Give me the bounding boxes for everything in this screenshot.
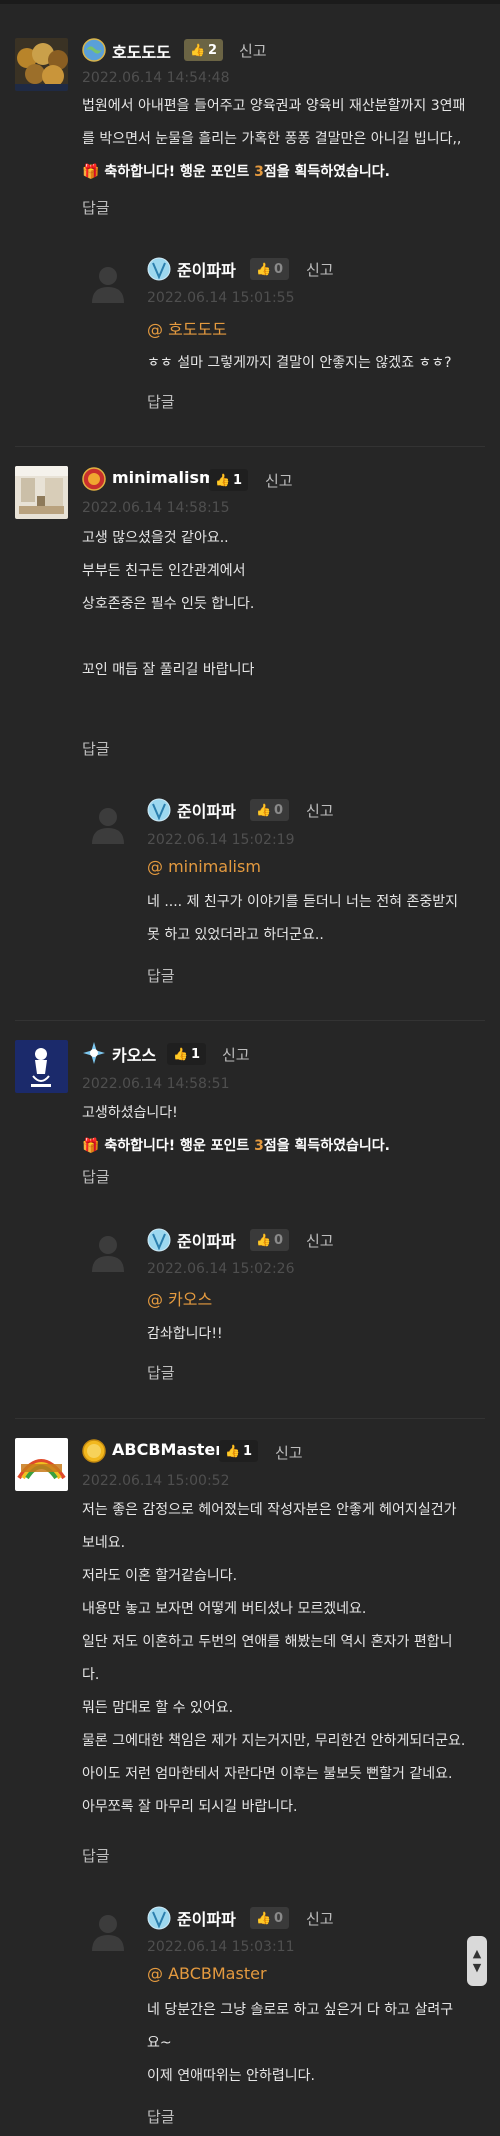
- level-globe-icon: [82, 38, 106, 62]
- reply-mention[interactable]: @ 카오스: [147, 1286, 212, 1310]
- reply-button[interactable]: 답글: [147, 965, 175, 986]
- default-avatar-icon[interactable]: [88, 804, 128, 844]
- like-count-badge[interactable]: 👍 0: [250, 1229, 289, 1251]
- comment-author-name[interactable]: ABCBMaster: [112, 1440, 223, 1459]
- scroll-control[interactable]: ▲ ▼: [467, 1936, 487, 1986]
- report-link[interactable]: 신고: [222, 1044, 250, 1065]
- reply-button[interactable]: 답글: [147, 2106, 175, 2127]
- comment-body: 고생 많으셨을것 같아요.. 부부든 친구든 인간관계에서 상호존중은 필수 인…: [82, 530, 255, 678]
- default-avatar-icon[interactable]: [88, 263, 128, 303]
- user-avatar[interactable]: [15, 38, 68, 91]
- comment-author-name[interactable]: 호도도도: [112, 39, 171, 63]
- report-link[interactable]: 신고: [306, 1230, 334, 1251]
- like-count-badge[interactable]: 👍 0: [250, 258, 289, 280]
- reply-author-name[interactable]: 준이파파: [177, 257, 236, 281]
- thumbs-up-icon: 👍: [215, 473, 230, 487]
- chevron-down-icon[interactable]: ▼: [473, 1961, 481, 1975]
- level-sun-icon: [82, 467, 106, 491]
- thumbs-up-icon: 👍: [256, 1911, 271, 1925]
- reply-author-name[interactable]: 준이파파: [177, 1228, 236, 1252]
- comment-author-name[interactable]: 카오스: [112, 1042, 156, 1066]
- reply-timestamp: 2022.06.14 15:02:19: [147, 832, 295, 848]
- user-avatar[interactable]: [15, 466, 68, 519]
- reply-timestamp: 2022.06.14 15:03:11: [147, 1939, 295, 1955]
- user-avatar[interactable]: [15, 1438, 68, 1491]
- reply-author-name[interactable]: 준이파파: [177, 798, 236, 822]
- level-diamond-icon: [147, 1228, 171, 1252]
- comment-body: 법원에서 아내편을 들어주고 양육권과 양육비 재산분할까지 3연패 를 박으면…: [82, 90, 492, 189]
- comment-divider: [15, 446, 485, 447]
- like-count-badge[interactable]: 👍 1: [209, 469, 248, 491]
- reply-button[interactable]: 답글: [82, 1845, 110, 1866]
- comment-timestamp: 2022.06.14 15:00:52: [82, 1473, 230, 1489]
- comment-divider: [15, 1418, 485, 1419]
- level-diamond-icon: [147, 257, 171, 281]
- comment-timestamp: 2022.06.14 14:58:51: [82, 1076, 230, 1092]
- comment-timestamp: 2022.06.14 14:58:15: [82, 500, 230, 516]
- reply-button[interactable]: 답글: [82, 197, 110, 218]
- default-avatar-icon[interactable]: [88, 1911, 128, 1951]
- comment-divider: [15, 1020, 485, 1021]
- thumbs-up-icon: 👍: [190, 43, 205, 57]
- like-count-badge[interactable]: 👍 1: [219, 1440, 258, 1462]
- default-avatar-icon[interactable]: [88, 1232, 128, 1272]
- comment-body: 저는 좋은 감정으로 헤어졌는데 작성자분은 안좋게 헤어지실건가 보네요. 저…: [82, 1502, 466, 1815]
- report-link[interactable]: 신고: [306, 800, 334, 821]
- like-count-badge[interactable]: 👍 0: [250, 1907, 289, 1929]
- reply-mention[interactable]: @ 호도도도: [147, 316, 227, 340]
- reply-mention[interactable]: @ ABCBMaster: [147, 1964, 267, 1983]
- top-bar: [0, 0, 500, 4]
- report-link[interactable]: 신고: [265, 470, 293, 491]
- chevron-up-icon[interactable]: ▲: [473, 1947, 481, 1961]
- reply-body: ㅎㅎ 설마 그렇게까지 결말이 안좋지는 않겠죠 ㅎㅎ?: [147, 355, 452, 371]
- thumbs-up-icon: 👍: [225, 1444, 240, 1458]
- like-count-badge[interactable]: 👍 2: [184, 39, 223, 61]
- reward-notice: 🎁 축하합니다! 행운 포인트 3점을 획득하였습니다.: [82, 164, 390, 180]
- user-avatar[interactable]: [15, 1040, 68, 1093]
- reply-body: 네 .... 제 친구가 이야기를 듣더니 너는 전혀 존중받지 못 하고 있었…: [147, 894, 459, 943]
- level-diamond-icon: [147, 798, 171, 822]
- level-diamond-icon: [147, 1906, 171, 1930]
- reply-timestamp: 2022.06.14 15:02:26: [147, 1261, 295, 1277]
- reply-button[interactable]: 답글: [147, 391, 175, 412]
- like-count-badge[interactable]: 👍 1: [167, 1043, 206, 1065]
- reply-author-name[interactable]: 준이파파: [177, 1906, 236, 1930]
- comment-timestamp: 2022.06.14 14:54:48: [82, 70, 230, 86]
- comment-body: 고생하셨습니다! 🎁 축하합니다! 행운 포인트 3점을 획득하였습니다.: [82, 1097, 492, 1163]
- level-coin-icon: [82, 1439, 106, 1463]
- reply-timestamp: 2022.06.14 15:01:55: [147, 290, 295, 306]
- reply-button[interactable]: 답글: [82, 1166, 110, 1187]
- thumbs-up-icon: 👍: [256, 262, 271, 276]
- reply-button[interactable]: 답글: [147, 1362, 175, 1383]
- report-link[interactable]: 신고: [239, 40, 267, 61]
- thumbs-up-icon: 👍: [173, 1047, 188, 1061]
- reply-body: 감솨합니다!!: [147, 1326, 223, 1342]
- comment-author-name[interactable]: minimalism: [112, 468, 216, 487]
- thumbs-up-icon: 👍: [256, 1233, 271, 1247]
- reply-body: 네 당분간은 그냥 솔로로 하고 싶은거 다 하고 살려구 요~ 이제 연애따위…: [147, 2002, 454, 2084]
- thumbs-up-icon: 👍: [256, 803, 271, 817]
- report-link[interactable]: 신고: [275, 1442, 303, 1463]
- reward-notice: 🎁 축하합니다! 행운 포인트 3점을 획득하였습니다.: [82, 1138, 390, 1154]
- reply-mention[interactable]: @ minimalism: [147, 857, 261, 876]
- reply-button[interactable]: 답글: [82, 738, 110, 759]
- report-link[interactable]: 신고: [306, 1908, 334, 1929]
- level-star-icon: [82, 1041, 106, 1065]
- report-link[interactable]: 신고: [306, 259, 334, 280]
- like-count-badge[interactable]: 👍 0: [250, 799, 289, 821]
